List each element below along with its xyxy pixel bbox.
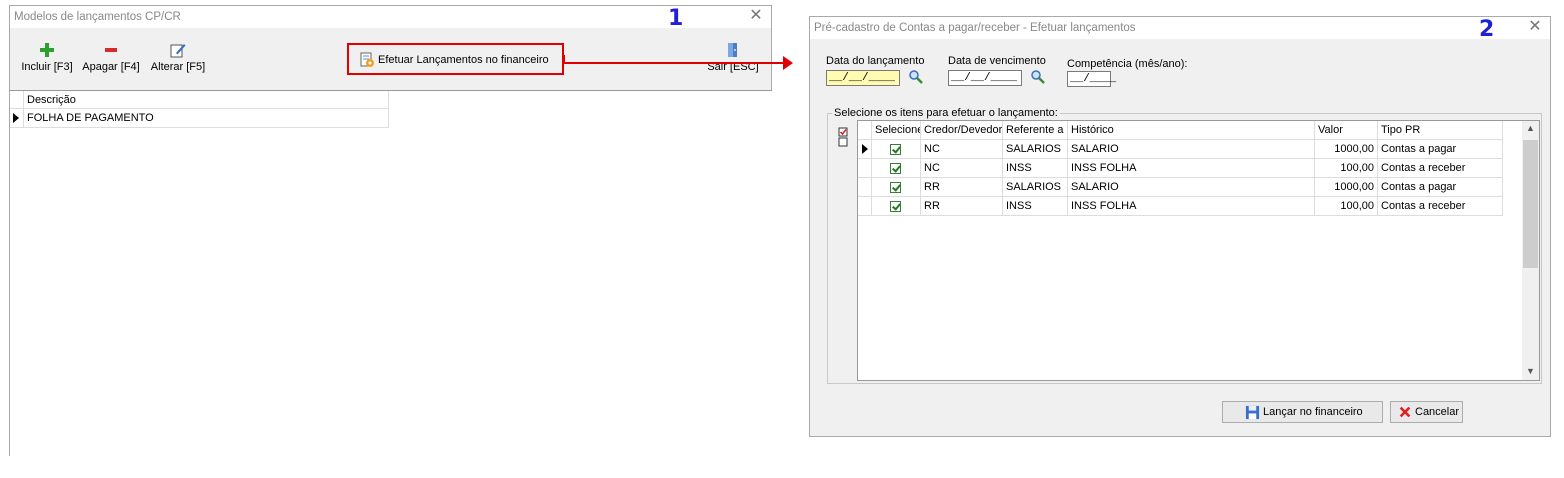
row-indicator [858, 178, 872, 197]
sair-button[interactable]: Sair [ESC] [704, 42, 762, 73]
valor-cell[interactable]: 1000,00 [1315, 140, 1378, 159]
data-lancamento-field[interactable]: __/__/____ [826, 70, 900, 86]
scroll-down-icon[interactable]: ▼ [1526, 366, 1535, 376]
grid-indicator-header [858, 121, 872, 140]
minus-icon [105, 48, 117, 52]
column-header-descricao[interactable]: Descrição [24, 91, 389, 109]
close-icon[interactable]: ✕ [748, 8, 764, 24]
marker-label: 1 [668, 6, 684, 31]
scroll-up-icon[interactable]: ▲ [1526, 123, 1535, 133]
data-vencimento-field[interactable]: __/__/____ [948, 70, 1022, 86]
date-search-icon[interactable] [908, 69, 924, 85]
edit-icon [170, 44, 186, 58]
historico-cell[interactable]: SALARIO [1068, 178, 1315, 197]
grid-indicator-header [10, 91, 24, 109]
selecione-cell [872, 140, 921, 159]
marker-label: 2 [1479, 17, 1495, 42]
row-checkbox[interactable] [890, 201, 901, 212]
scroll-thumb[interactable] [1523, 140, 1538, 268]
apagar-button[interactable]: Apagar [F4] [81, 42, 141, 73]
close-icon[interactable]: ✕ [1527, 19, 1543, 35]
selecione-cell [872, 178, 921, 197]
lancar-label: Lançar no financeiro [1263, 406, 1363, 418]
alterar-label: Alterar [F5] [150, 61, 206, 73]
save-icon [1245, 405, 1260, 420]
date-search-icon[interactable] [1030, 69, 1046, 85]
row-checkbox[interactable] [890, 163, 901, 174]
valor-cell[interactable]: 1000,00 [1315, 178, 1378, 197]
itens-grid: Selecione Credor/Devedor Referente a His… [857, 120, 1540, 381]
column-header-tipo[interactable]: Tipo PR [1378, 121, 1503, 140]
credor-cell[interactable]: RR [921, 197, 1003, 216]
efetuar-lancamentos-button[interactable]: Efetuar Lançamentos no financeiro [347, 43, 564, 75]
vertical-scrollbar[interactable]: ▲ ▼ [1522, 121, 1539, 380]
incluir-label: Incluir [F3] [21, 61, 73, 73]
window-pre-cadastro: Pré-cadastro de Contas a pagar/receber -… [809, 16, 1551, 437]
historico-cell[interactable]: INSS FOLHA [1068, 197, 1315, 216]
row-pointer-icon [10, 109, 24, 128]
connector-arrow-horizontal [563, 62, 785, 64]
title-bar: Pré-cadastro de Contas a pagar/receber -… [810, 17, 1550, 42]
select-all-icon[interactable] [838, 127, 848, 147]
modelos-grid: Descrição FOLHA DE PAGAMENTO [10, 90, 772, 461]
arrowhead-icon [783, 56, 793, 70]
groupbox-title: Selecione os itens para efetuar o lançam… [832, 107, 1060, 119]
lancar-financeiro-button[interactable]: Lançar no financeiro [1222, 401, 1383, 423]
column-header-credor[interactable]: Credor/Devedor [921, 121, 1003, 140]
data-lancamento-label: Data do lançamento [826, 55, 925, 67]
valor-cell[interactable]: 100,00 [1315, 159, 1378, 178]
exit-door-icon [728, 43, 737, 57]
credor-cell[interactable]: NC [921, 140, 1003, 159]
tipo-cell[interactable]: Contas a receber [1378, 197, 1503, 216]
title-bar: Modelos de lançamentos CP/CR 1 ✕ [10, 6, 771, 31]
row-checkbox[interactable] [890, 182, 901, 193]
tipo-cell[interactable]: Contas a pagar [1378, 178, 1503, 197]
window-modelos-lancamentos: Modelos de lançamentos CP/CR 1 ✕ Incluir… [9, 5, 772, 461]
tipo-cell[interactable]: Contas a receber [1378, 159, 1503, 178]
apagar-label: Apagar [F4] [82, 61, 140, 73]
referente-cell[interactable]: INSS [1003, 159, 1068, 178]
competencia-label: Competência (mês/ano): [1067, 58, 1188, 70]
alterar-button[interactable]: Alterar [F5] [147, 42, 209, 73]
efetuar-label: Efetuar Lançamentos no financeiro [378, 54, 549, 66]
row-indicator [858, 159, 872, 178]
row-checkbox[interactable] [890, 144, 901, 155]
incluir-button[interactable]: Incluir [F3] [19, 42, 75, 73]
descricao-cell[interactable]: FOLHA DE PAGAMENTO [24, 109, 389, 128]
referente-cell[interactable]: INSS [1003, 197, 1068, 216]
column-header-referente[interactable]: Referente a [1003, 121, 1068, 140]
selecione-cell [872, 159, 921, 178]
referente-cell[interactable]: SALARIOS [1003, 178, 1068, 197]
data-vencimento-label: Data de vencimento [948, 55, 1046, 67]
column-header-selecione[interactable]: Selecione [872, 121, 921, 140]
row-pointer-icon [858, 140, 872, 159]
column-header-historico[interactable]: Histórico [1068, 121, 1315, 140]
window-title: Modelos de lançamentos CP/CR [14, 11, 181, 23]
competencia-field[interactable]: __/____ [1067, 71, 1116, 87]
cancelar-label: Cancelar [1415, 406, 1460, 418]
plus-icon [40, 43, 54, 57]
historico-cell[interactable]: INSS FOLHA [1068, 159, 1315, 178]
credor-cell[interactable]: NC [921, 159, 1003, 178]
column-header-valor[interactable]: Valor [1315, 121, 1378, 140]
historico-cell[interactable]: SALARIO [1068, 140, 1315, 159]
valor-cell[interactable]: 100,00 [1315, 197, 1378, 216]
row-indicator [858, 197, 872, 216]
notepad-gear-icon [360, 52, 374, 67]
selecione-cell [872, 197, 921, 216]
cancel-x-icon [1399, 406, 1411, 418]
itens-groupbox: Selecione os itens para efetuar o lançam… [827, 107, 1542, 384]
referente-cell[interactable]: SALARIOS [1003, 140, 1068, 159]
credor-cell[interactable]: RR [921, 178, 1003, 197]
window-title: Pré-cadastro de Contas a pagar/receber -… [814, 22, 1136, 34]
tipo-cell[interactable]: Contas a pagar [1378, 140, 1503, 159]
cancelar-button[interactable]: Cancelar [1390, 401, 1463, 423]
